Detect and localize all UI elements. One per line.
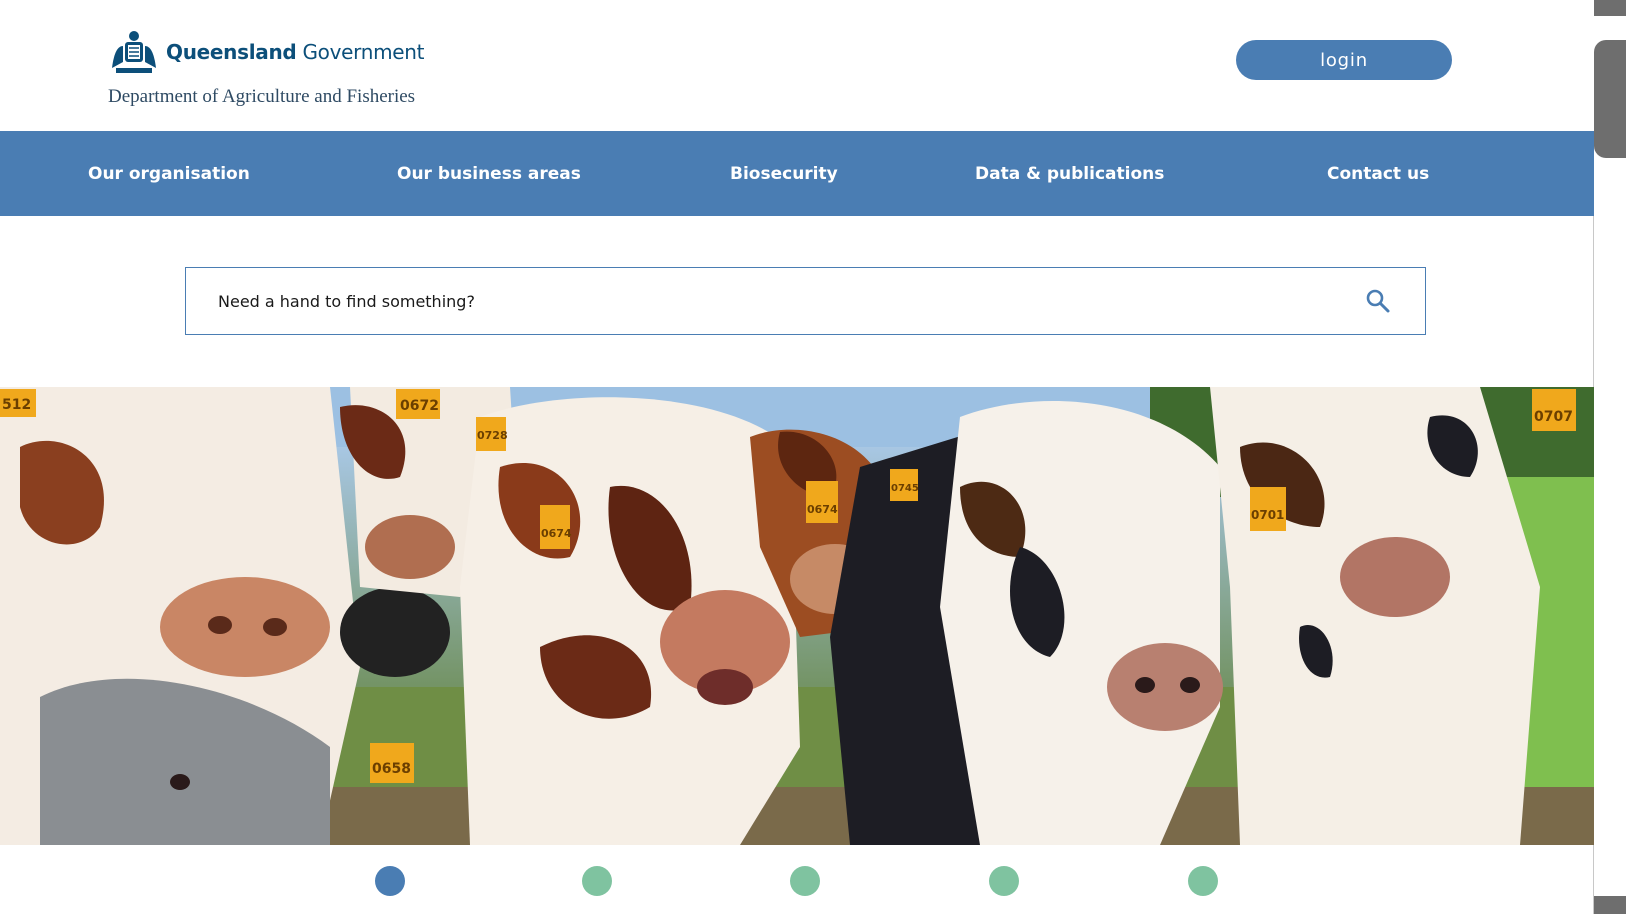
page: Queensland Government Department of Agri… bbox=[0, 0, 1594, 914]
qld-gov-logo[interactable]: Queensland Government Department of Agri… bbox=[108, 28, 425, 108]
carousel-dot[interactable] bbox=[1188, 866, 1218, 896]
ear-tag-label: 0728 bbox=[477, 429, 508, 442]
ear-tag: 0701 bbox=[1250, 487, 1286, 531]
ear-tag-label: 0707 bbox=[1534, 409, 1573, 425]
carousel-dot[interactable] bbox=[989, 866, 1019, 896]
carousel-dot-active[interactable] bbox=[375, 866, 405, 896]
carousel-dots bbox=[0, 866, 1594, 896]
ear-tag: 0674 bbox=[806, 481, 838, 523]
ear-tag: 0745 bbox=[890, 469, 919, 501]
government-name: Queensland Government bbox=[166, 40, 425, 64]
ear-tag: 0672 bbox=[396, 389, 440, 419]
main-nav: Our organisation Our business areas Bios… bbox=[0, 131, 1594, 216]
ear-tag: 0674 bbox=[540, 505, 572, 549]
search-icon[interactable] bbox=[1365, 288, 1391, 314]
carousel-dot[interactable] bbox=[790, 866, 820, 896]
scrollbar-thumb[interactable] bbox=[1594, 40, 1626, 158]
government-name-rest: Government bbox=[296, 40, 425, 64]
ear-tag: 512 bbox=[0, 389, 36, 417]
search-input[interactable] bbox=[186, 268, 1365, 334]
login-button[interactable]: login bbox=[1236, 40, 1452, 80]
ear-tag-label: 0674 bbox=[807, 503, 838, 516]
queensland-crest-icon bbox=[112, 31, 156, 73]
government-name-bold: Queensland bbox=[166, 40, 297, 64]
department-name: Department of Agriculture and Fisheries bbox=[108, 86, 416, 107]
ear-tag-label: 0658 bbox=[372, 761, 411, 777]
ear-tag: 0658 bbox=[370, 743, 414, 783]
cow-group bbox=[0, 387, 1540, 845]
ear-tag-label: 0672 bbox=[400, 398, 439, 414]
nav-item-our-organisation[interactable]: Our organisation bbox=[88, 131, 250, 216]
hero-image: 512 0672 0728 0674 0674 0745 0707 0701 0… bbox=[0, 387, 1594, 845]
nav-item-biosecurity[interactable]: Biosecurity bbox=[730, 131, 838, 216]
ear-tag-label: 512 bbox=[2, 397, 31, 413]
ear-tag-label: 0745 bbox=[891, 483, 919, 494]
site-header: Queensland Government Department of Agri… bbox=[0, 0, 1594, 131]
search-box bbox=[185, 267, 1426, 335]
ear-tag-label: 0701 bbox=[1251, 508, 1284, 522]
nav-item-our-business-areas[interactable]: Our business areas bbox=[397, 131, 581, 216]
ear-tag: 0728 bbox=[476, 417, 508, 451]
logo-row: Queensland Government bbox=[108, 28, 425, 76]
nav-item-data-publications[interactable]: Data & publications bbox=[975, 131, 1164, 216]
ear-tag-label: 0674 bbox=[541, 527, 572, 540]
ear-tag: 0707 bbox=[1532, 389, 1576, 431]
scrollbar-top bbox=[1594, 0, 1626, 16]
nav-item-contact-us[interactable]: Contact us bbox=[1327, 131, 1429, 216]
cattle-herd-photo: 512 0672 0728 0674 0674 0745 0707 0701 0… bbox=[0, 387, 1594, 845]
carousel-dot[interactable] bbox=[582, 866, 612, 896]
scrollbar-bottom bbox=[1594, 896, 1626, 914]
